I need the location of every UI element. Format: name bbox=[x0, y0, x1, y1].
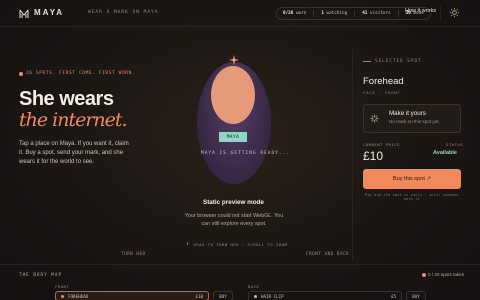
tagline: WEAR A MARK ON MAYA bbox=[88, 10, 159, 15]
panel-label: SELECTED SPOT bbox=[363, 59, 422, 64]
drag-hint: ↕ DRAG TO TURN HER · SCROLL TO ZOOM bbox=[186, 241, 287, 247]
status-dot-icon bbox=[422, 272, 426, 277]
stat-worn: 0/26 worn bbox=[283, 11, 307, 16]
spot-meta: FACE · FRONT bbox=[363, 90, 401, 95]
card-title: Make it yours bbox=[389, 110, 426, 117]
divider bbox=[397, 10, 399, 17]
current-price: £10 bbox=[363, 149, 384, 163]
hero-lead: Tap a place on Maya. If you want it, cla… bbox=[19, 141, 129, 165]
how-it-works-link[interactable]: How it works bbox=[405, 8, 436, 14]
buy-spot-button[interactable]: Buy this spot ↗ bbox=[363, 169, 461, 189]
sparkle-icon bbox=[229, 55, 239, 65]
forehead-spot[interactable] bbox=[211, 66, 255, 124]
front-and-back-button[interactable]: FRONT AND BACK bbox=[306, 252, 349, 257]
body-map-label: THE BODY MAP bbox=[19, 273, 63, 278]
spots-taken-count: 0 / 26 spots taken bbox=[422, 272, 464, 277]
divider bbox=[313, 10, 315, 17]
mark-placeholder-icon bbox=[370, 114, 379, 123]
spot-row-hair-clip[interactable]: HAIR CLIP £5 bbox=[248, 291, 402, 300]
spot-row-forehead[interactable]: FOREHEAD £10 bbox=[55, 291, 209, 300]
spot-title: Forehead bbox=[363, 76, 404, 87]
loading-status: MAYA IS GETTING READY... bbox=[201, 151, 291, 156]
divider bbox=[440, 6, 441, 21]
card-subtitle: No mark on this spot yet. bbox=[389, 119, 440, 124]
back-column-label: BACK bbox=[248, 284, 260, 289]
divider bbox=[354, 10, 356, 17]
status-label: STATUS bbox=[446, 142, 464, 147]
buy-forehead-button[interactable]: BUY bbox=[213, 291, 233, 300]
top-bar: MAYA WEAR A MARK ON MAYA 0/26 worn 1 wat… bbox=[0, 0, 480, 27]
spot-color-dot-icon bbox=[61, 294, 64, 298]
hero-eyebrow: 26 SPOTS. FIRST COME. FIRST WORN. bbox=[19, 71, 135, 76]
turn-her-button[interactable]: TURN HER bbox=[121, 252, 146, 257]
front-column-label: FRONT bbox=[55, 284, 70, 289]
divider bbox=[0, 264, 480, 265]
fine-print: Pay and the spot is yours · until someon… bbox=[365, 193, 459, 201]
settings-gear-icon[interactable] bbox=[449, 7, 460, 18]
price-label: CURRENT PRICE bbox=[363, 142, 400, 147]
stat-visitors: 41 visitors bbox=[362, 11, 391, 16]
figure-tag: MAYA bbox=[219, 132, 247, 142]
buy-hair-clip-button[interactable]: BUY bbox=[406, 291, 426, 300]
brand-name[interactable]: MAYA bbox=[34, 8, 64, 17]
status-dot-icon bbox=[19, 71, 23, 76]
spot-color-dot-icon bbox=[254, 294, 257, 298]
divider bbox=[363, 61, 371, 62]
hero-title-line2: the internet. bbox=[19, 109, 128, 131]
preview-mode-message: Your browser could not start WebGL. You … bbox=[184, 213, 284, 227]
hero-title-line1: She wears bbox=[19, 88, 114, 110]
drag-arrows-icon: ↕ bbox=[186, 241, 190, 247]
status-badge: Available bbox=[433, 150, 457, 156]
drag-hint-text: DRAG TO TURN HER · SCROLL TO ZOOM bbox=[193, 241, 288, 247]
preview-mode-title: Static preview mode bbox=[203, 199, 264, 206]
eyebrow-text: 26 SPOTS. FIRST COME. FIRST WORN. bbox=[26, 71, 136, 76]
maya-logo-icon[interactable] bbox=[18, 8, 30, 20]
stat-watching: 1 watching bbox=[321, 11, 348, 16]
